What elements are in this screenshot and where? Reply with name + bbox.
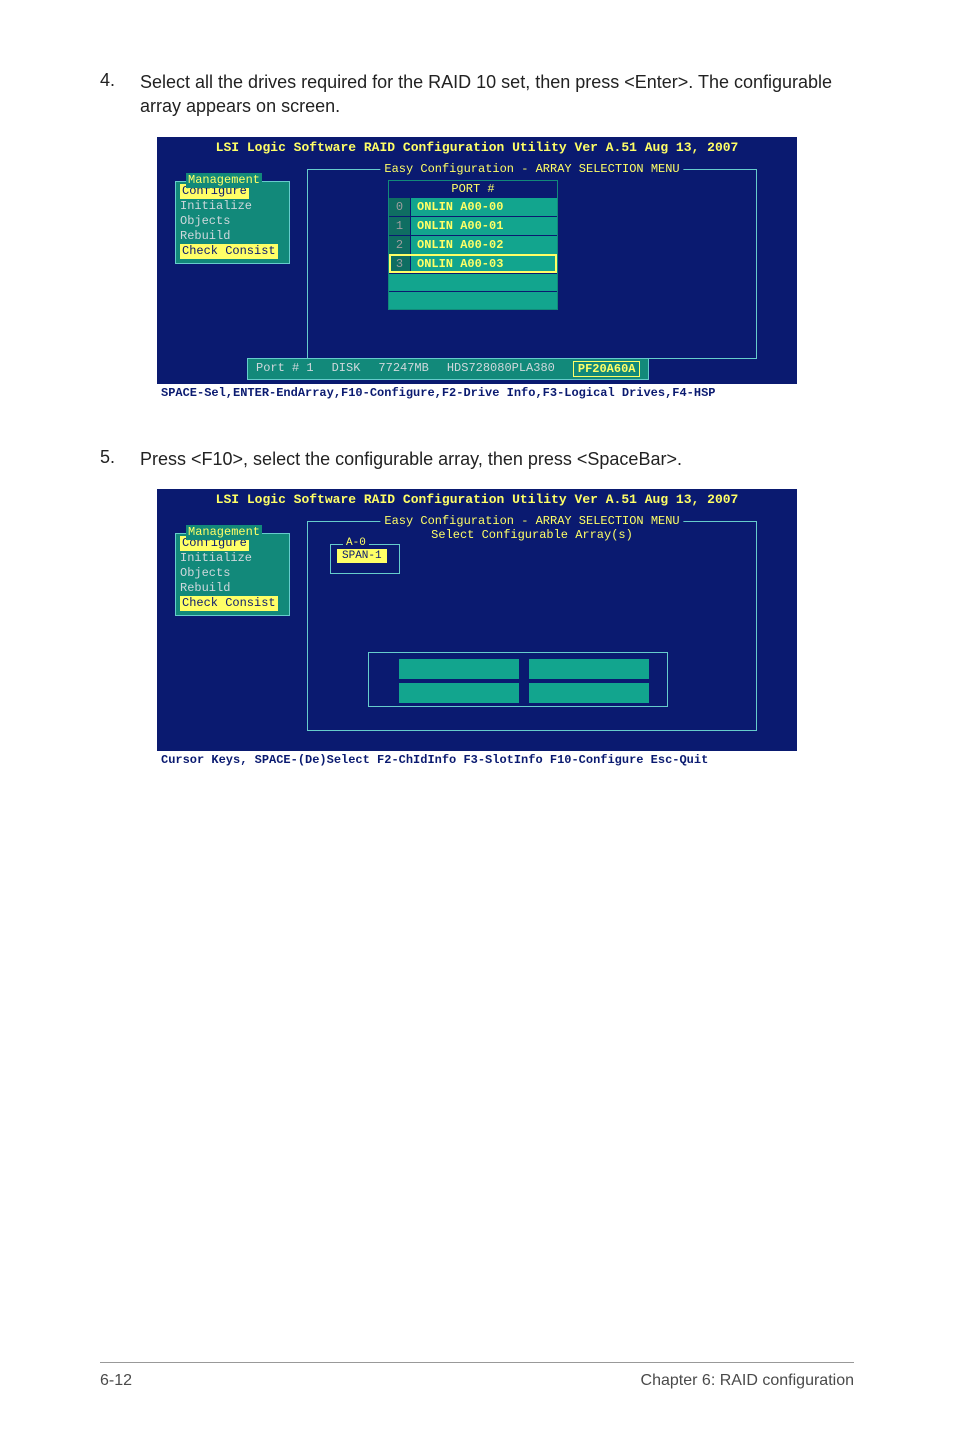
bios2-title: LSI Logic Software RAID Configuration Ut…: [157, 489, 797, 511]
bios1-footer: SPACE-Sel,ENTER-EndArray,F10-Configure,F…: [157, 384, 797, 402]
port-row-3[interactable]: 3 ONLIN A00-03: [389, 254, 557, 273]
port-empty-2: [389, 291, 557, 309]
grid-cell-1: [399, 659, 519, 679]
step-5-number: 5.: [100, 447, 140, 471]
select-array-title: Select Configurable Array(s): [431, 528, 633, 542]
step-5: 5. Press <F10>, select the configurable …: [100, 447, 854, 471]
inner-grid: [368, 652, 668, 707]
disk-size: 77247MB: [378, 361, 428, 377]
menu2-rebuild[interactable]: Rebuild: [180, 581, 285, 596]
chapter-label: Chapter 6: RAID configuration: [641, 1372, 854, 1390]
footer-rule: [100, 1362, 854, 1363]
disk-port: Port # 1: [256, 361, 314, 377]
menu2-objects[interactable]: Objects: [180, 566, 285, 581]
disk-type: DISK: [332, 361, 361, 377]
array-a0-box[interactable]: A-0 SPAN-1: [330, 544, 400, 574]
disk-model: HDS728080PLA380: [447, 361, 555, 377]
step-4: 4. Select all the drives required for th…: [100, 70, 854, 119]
grid-cell-2: [529, 659, 649, 679]
easy-config-box-2: Easy Configuration - ARRAY SELECTION MEN…: [307, 521, 757, 731]
step-4-number: 4.: [100, 70, 140, 119]
port-empty-1: [389, 273, 557, 291]
page-footer: 6-12 Chapter 6: RAID configuration: [100, 1372, 854, 1390]
menu-item-initialize[interactable]: Initialize: [180, 199, 285, 214]
management-title-2: Management: [186, 525, 262, 540]
bios2-body: Management Configure Initialize Objects …: [157, 511, 797, 751]
array-a0-label: A-0: [343, 537, 369, 549]
bios1-body: Management Configure Initialize Objects …: [157, 159, 797, 384]
port-header: PORT #: [389, 181, 557, 197]
port-row-1[interactable]: 1 ONLIN A00-01: [389, 216, 557, 235]
menu2-check[interactable]: Check Consist: [180, 596, 285, 611]
menu-item-rebuild[interactable]: Rebuild: [180, 229, 285, 244]
easy-config-title-2: Easy Configuration - ARRAY SELECTION MEN…: [380, 514, 683, 528]
management-menu-2: Management Configure Initialize Objects …: [175, 533, 290, 616]
step-5-text: Press <F10>, select the configurable arr…: [140, 447, 682, 471]
bios-screenshot-1: LSI Logic Software RAID Configuration Ut…: [157, 137, 797, 402]
bios2-footer: Cursor Keys, SPACE-(De)Select F2-ChIdInf…: [157, 751, 797, 769]
disk-firmware: PF20A60A: [573, 361, 641, 377]
port-row-2[interactable]: 2 ONLIN A00-02: [389, 235, 557, 254]
span-1-item[interactable]: SPAN-1: [337, 549, 387, 563]
menu2-initialize[interactable]: Initialize: [180, 551, 285, 566]
management-title: Management: [186, 173, 262, 188]
grid-cell-4: [529, 683, 649, 703]
easy-config-box: Easy Configuration - ARRAY SELECTION MEN…: [307, 169, 757, 359]
port-row-0[interactable]: 0 ONLIN A00-00: [389, 197, 557, 216]
page-number: 6-12: [100, 1372, 132, 1390]
easy-config-title: Easy Configuration - ARRAY SELECTION MEN…: [380, 162, 683, 176]
menu-item-objects[interactable]: Objects: [180, 214, 285, 229]
step-4-text: Select all the drives required for the R…: [140, 70, 854, 119]
management-menu: Management Configure Initialize Objects …: [175, 181, 290, 264]
bios-screenshot-2: LSI Logic Software RAID Configuration Ut…: [157, 489, 797, 769]
disk-info-bar: Port # 1 DISK 77247MB HDS728080PLA380 PF…: [247, 358, 649, 380]
menu-item-check[interactable]: Check Consist: [180, 244, 285, 259]
bios1-title: LSI Logic Software RAID Configuration Ut…: [157, 137, 797, 159]
grid-cell-3: [399, 683, 519, 703]
port-table: PORT # 0 ONLIN A00-00 1 ONLIN A00-01 2 O…: [388, 180, 558, 310]
